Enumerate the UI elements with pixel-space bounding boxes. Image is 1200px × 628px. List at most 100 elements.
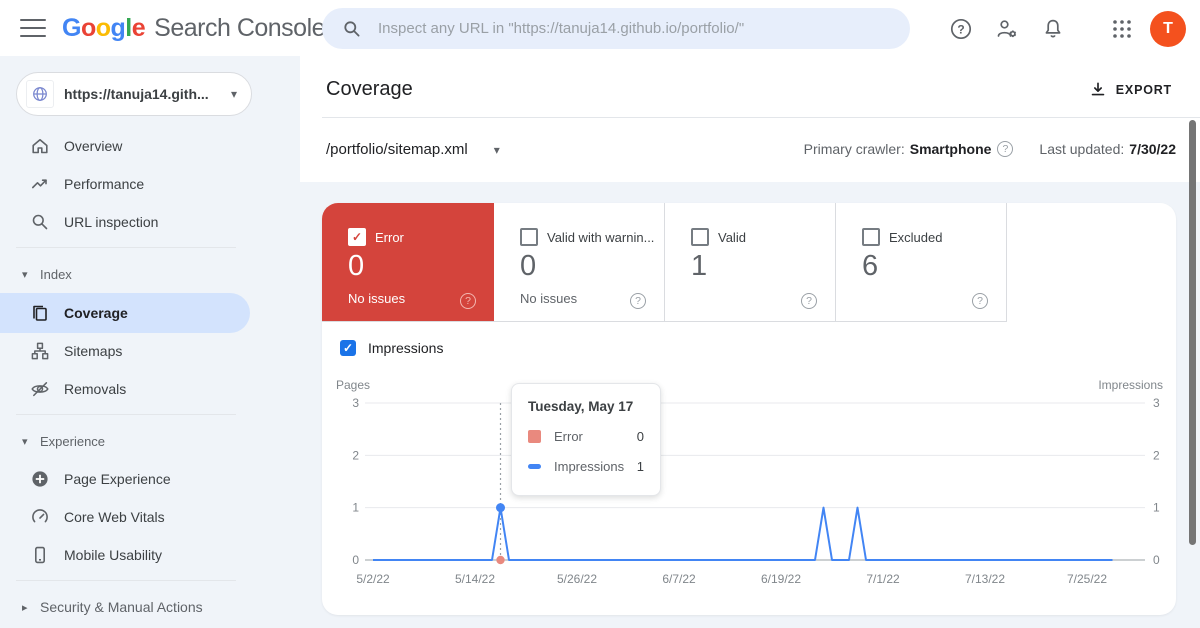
- section-label: Security & Manual Actions: [40, 599, 203, 615]
- tooltip-date: Tuesday, May 17: [528, 399, 634, 414]
- export-label: EXPORT: [1115, 83, 1172, 97]
- tooltip-row-error: Error 0: [528, 429, 644, 444]
- export-button[interactable]: EXPORT: [1088, 80, 1172, 100]
- checkbox-unchecked[interactable]: [520, 228, 538, 246]
- logo-letter: o: [95, 13, 111, 42]
- globe-icon: [33, 87, 47, 101]
- sidebar-item-label: Core Web Vitals: [64, 509, 165, 525]
- tooltip-series-label: Error: [554, 429, 583, 444]
- gauge-icon: [32, 509, 48, 523]
- logo-product-name: Search Console: [154, 13, 326, 42]
- sidebar-item-label: Sitemaps: [64, 343, 123, 359]
- svg-text:7/13/22: 7/13/22: [965, 572, 1005, 586]
- valid-card[interactable]: Valid 1 ?: [665, 203, 836, 321]
- chevron-right-icon: ▸: [22, 601, 28, 614]
- sitemap-tree-icon: [31, 342, 49, 360]
- download-icon: [1091, 82, 1105, 96]
- sidebar-item-label: URL inspection: [64, 214, 159, 230]
- sidebar-item-performance[interactable]: Performance: [0, 165, 260, 203]
- pages-icon: [33, 305, 47, 321]
- card-label: Valid: [718, 229, 746, 245]
- logo-letter: g: [110, 13, 126, 42]
- help-icon[interactable]: ?: [801, 293, 817, 309]
- divider: [322, 117, 1200, 118]
- primary-crawler-value: Smartphone: [909, 141, 992, 157]
- eye-off-icon: [31, 382, 49, 397]
- sidebar-item-label: Removals: [64, 381, 127, 397]
- search-input[interactable]: [376, 19, 894, 38]
- svg-text:6/7/22: 6/7/22: [662, 572, 696, 586]
- sidebar-section-security-manual-actions[interactable]: ▸ Security & Manual Actions: [0, 588, 260, 626]
- sidebar-item-sitemaps[interactable]: Sitemaps: [0, 332, 260, 370]
- tooltip-series-value: 0: [636, 429, 644, 444]
- sitemap-filter-dropdown[interactable]: /portfolio/sitemap.xml ▾: [326, 141, 500, 158]
- notifications-bell-icon[interactable]: [1041, 17, 1065, 41]
- property-selector[interactable]: https://tanuja14.gith... ▾: [16, 72, 252, 116]
- card-subtext: No issues: [520, 291, 578, 306]
- site-favicon: [26, 80, 54, 108]
- logo-letter: G: [62, 13, 81, 42]
- svg-text:3: 3: [352, 396, 359, 410]
- main-header: Coverage EXPORT /portfolio/sitemap.xml ▾…: [300, 56, 1200, 182]
- url-inspect-search-bar[interactable]: [322, 8, 910, 49]
- sidebar-item-page-experience[interactable]: Page Experience: [0, 460, 260, 498]
- valid-with-warnings-card[interactable]: Valid with warnin... 0 No issues ?: [494, 203, 665, 321]
- excluded-card[interactable]: Excluded 6 ?: [836, 203, 1007, 321]
- svg-text:7/25/22: 7/25/22: [1067, 572, 1107, 586]
- phone-icon: [35, 546, 45, 564]
- user-settings-icon[interactable]: [995, 17, 1019, 41]
- sidebar-section-experience[interactable]: ▾ Experience: [0, 428, 260, 454]
- error-swatch-icon: [528, 430, 541, 443]
- menu-icon[interactable]: [20, 19, 46, 37]
- checkbox-checked[interactable]: ✓: [340, 340, 356, 356]
- card-label: Valid with warnin...: [547, 229, 655, 245]
- card-value: 0: [520, 250, 537, 282]
- app-logo[interactable]: Google Search Console: [62, 0, 326, 56]
- sidebar: https://tanuja14.gith... ▾ Overview Perf…: [0, 56, 300, 628]
- svg-text:0: 0: [1153, 553, 1160, 567]
- checkbox-checked[interactable]: ✓: [348, 228, 366, 246]
- sidebar-section-index[interactable]: ▾ Index: [0, 261, 260, 287]
- impressions-toggle[interactable]: ✓ Impressions: [340, 340, 443, 356]
- apps-grid-icon[interactable]: [1110, 17, 1134, 41]
- sidebar-item-label: Overview: [64, 138, 123, 154]
- primary-crawler-label: Primary crawler:: [803, 141, 905, 157]
- card-label: Error: [375, 229, 404, 245]
- sidebar-item-label: Mobile Usability: [64, 547, 163, 563]
- sidebar-item-url-inspection[interactable]: URL inspection: [0, 203, 260, 241]
- svg-text:1: 1: [1153, 501, 1160, 515]
- sidebar-item-overview[interactable]: Overview: [0, 127, 260, 165]
- sidebar-item-core-web-vitals[interactable]: Core Web Vitals: [0, 498, 260, 536]
- chevron-down-icon: ▾: [493, 142, 500, 157]
- help-icon[interactable]: ?: [997, 141, 1014, 157]
- chevron-down-icon: ▾: [22, 435, 28, 448]
- page-experience-icon: [32, 471, 48, 487]
- coverage-chart[interactable]: 3 3 2 2 1 1 0 0 Pages Impressions 5/2/22 5/14/22 5/2…: [322, 372, 1176, 612]
- checkbox-unchecked[interactable]: [862, 228, 880, 246]
- help-icon[interactable]: ?: [972, 293, 988, 309]
- sidebar-item-coverage[interactable]: Coverage: [0, 293, 250, 333]
- sidebar-item-removals[interactable]: Removals: [0, 370, 260, 408]
- sidebar-item-label: Performance: [64, 176, 145, 192]
- tooltip-series-label: Impressions: [554, 459, 625, 474]
- chevron-down-icon: ▾: [22, 268, 28, 281]
- card-subtext: No issues: [348, 291, 406, 306]
- error-card[interactable]: ✓ Error 0 No issues ?: [322, 203, 494, 321]
- impressions-label: Impressions: [368, 340, 444, 356]
- help-icon[interactable]: ?: [460, 293, 476, 309]
- crawler-info: Primary crawler: Smartphone ? Last updat…: [804, 141, 1176, 157]
- logo-letter: e: [131, 13, 146, 42]
- help-icon[interactable]: ?: [949, 17, 973, 41]
- avatar[interactable]: T: [1150, 11, 1186, 47]
- trending-up-icon: [31, 179, 47, 189]
- card-label: Excluded: [889, 229, 943, 245]
- divider: [16, 414, 236, 415]
- divider: [16, 247, 236, 248]
- search-icon: [32, 214, 48, 230]
- vertical-scrollbar[interactable]: [1189, 120, 1196, 545]
- last-updated-value: 7/30/22: [1129, 141, 1176, 157]
- sidebar-item-mobile-usability[interactable]: Mobile Usability: [0, 536, 260, 574]
- checkbox-unchecked[interactable]: [691, 228, 709, 246]
- status-cards: ✓ Error 0 No issues ? Valid with warnin.…: [322, 203, 1007, 322]
- help-icon[interactable]: ?: [630, 293, 646, 309]
